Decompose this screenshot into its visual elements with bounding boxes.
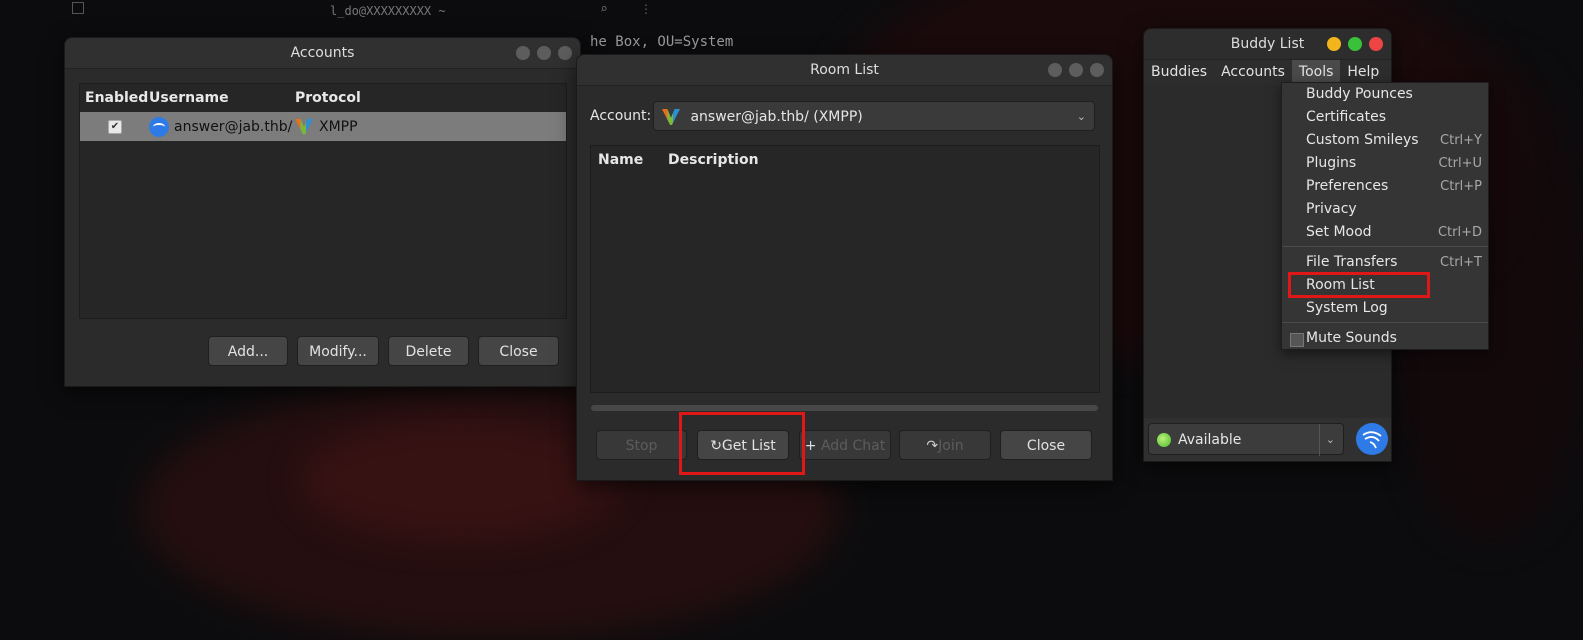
accounts-table: Enabled Username Protocol ✔ answer@jab.t… [79, 83, 567, 319]
wallpaper-shape [300, 420, 620, 540]
search-icon[interactable]: ⌕ [600, 2, 608, 17]
menu-item-certificates[interactable]: Certificates [1306, 106, 1482, 129]
column-header-protocol[interactable]: Protocol [295, 90, 361, 106]
menu-item-system-log[interactable]: System Log [1306, 297, 1482, 320]
join-label: Join [938, 438, 964, 454]
add-button[interactable]: Add... [208, 336, 288, 366]
menu-item-file-transfers[interactable]: File Transfers Ctrl+T [1306, 251, 1482, 274]
kali-dragon-icon [149, 116, 169, 137]
maximize-button[interactable] [1348, 37, 1362, 51]
column-header-name[interactable]: Name [598, 152, 668, 168]
menu-item-preferences[interactable]: Preferences Ctrl+P [1306, 175, 1482, 198]
menu-item-shortcut: Ctrl+U [1438, 156, 1482, 171]
menu-item-shortcut: Ctrl+P [1440, 179, 1482, 194]
modify-button[interactable]: Modify... [297, 336, 379, 366]
menu-item-plugins[interactable]: Plugins Ctrl+U [1306, 152, 1482, 175]
menu-item-label: Set Mood [1306, 224, 1372, 240]
kebab-menu-icon[interactable]: ⋮ [640, 2, 652, 16]
terminal-title: l_do@XXXXXXXXX ~ [330, 4, 446, 18]
column-header-enabled[interactable]: Enabled [80, 90, 149, 106]
terminal-output: he Box, OU=System [590, 34, 734, 50]
menu-separator [1282, 246, 1488, 247]
menu-item-mute-sounds[interactable]: Mute Sounds [1306, 327, 1482, 350]
accounts-titlebar[interactable]: Accounts [65, 38, 580, 69]
chevron-down-icon: ⌄ [1318, 424, 1335, 456]
close-window-button[interactable] [1090, 63, 1104, 77]
menu-item-label: File Transfers [1306, 254, 1398, 270]
menu-buddies[interactable]: Buddies [1144, 60, 1214, 85]
menu-item-custom-smileys[interactable]: Custom Smileys Ctrl+Y [1306, 129, 1482, 152]
protocol-text: XMPP [319, 118, 358, 135]
mute-sounds-checkbox[interactable] [1290, 333, 1304, 347]
highlight-box-room-list [1288, 272, 1430, 298]
add-chat-button[interactable]: + Add Chat [799, 430, 891, 460]
table-header: Enabled Username Protocol [80, 84, 566, 112]
username-cell: answer@jab.thb/ [149, 116, 295, 137]
terminal-titlebar: l_do@XXXXXXXXX ~ ⌕ ⋮ [60, 0, 660, 24]
room-list-titlebar[interactable]: Room List [577, 55, 1112, 86]
add-chat-label: Add Chat [820, 438, 886, 454]
protocol-cell: XMPP [295, 118, 358, 135]
menu-item-label: System Log [1306, 300, 1388, 316]
progress-bar [591, 405, 1098, 411]
close-button[interactable]: Close [1000, 430, 1092, 460]
status-value: Available [1178, 432, 1242, 448]
menu-separator [1282, 322, 1488, 323]
close-button[interactable]: Close [478, 336, 559, 366]
join-button[interactable]: ↷Join [899, 430, 991, 460]
minimize-button[interactable] [516, 46, 530, 60]
menu-item-shortcut: Ctrl+T [1440, 255, 1482, 270]
buddy-list-titlebar[interactable]: Buddy List [1144, 29, 1391, 60]
menu-item-shortcut: Ctrl+Y [1440, 133, 1482, 148]
status-dropdown[interactable]: Available ⌄ [1148, 423, 1344, 456]
column-header-description[interactable]: Description [668, 152, 759, 168]
join-icon: ↷ [926, 438, 939, 454]
account-label: Account: [590, 108, 652, 124]
minimize-button[interactable] [1327, 37, 1341, 51]
plus-icon: + [804, 438, 817, 454]
menu-item-label: Mute Sounds [1306, 330, 1397, 346]
xmpp-icon [295, 118, 313, 135]
kali-dragon-icon[interactable] [1356, 423, 1388, 455]
tools-menu: Buddy Pounces Certificates Custom Smiley… [1281, 82, 1489, 350]
menu-item-privacy[interactable]: Privacy [1306, 198, 1482, 221]
column-header-username[interactable]: Username [149, 90, 295, 106]
status-bar: Available ⌄ [1144, 418, 1391, 461]
table-header: Name Description [591, 146, 1099, 174]
delete-button[interactable]: Delete [388, 336, 469, 366]
menu-item-label: Plugins [1306, 155, 1357, 171]
menu-item-label: Custom Smileys [1306, 132, 1419, 148]
minimize-button[interactable] [1048, 63, 1062, 77]
window-title: Accounts [290, 45, 355, 61]
menu-item-buddy-pounces[interactable]: Buddy Pounces [1306, 83, 1482, 106]
account-dropdown[interactable]: answer@jab.thb/ (XMPP) ⌄ [653, 101, 1095, 131]
room-list-window: Room List Account: answer@jab.thb/ (XMPP… [576, 54, 1113, 481]
available-status-icon [1157, 433, 1171, 447]
menu-item-shortcut: Ctrl+D [1437, 225, 1482, 240]
room-list-table: Name Description [590, 145, 1100, 393]
menu-item-label: Buddy Pounces [1306, 86, 1413, 102]
menu-item-label: Privacy [1306, 201, 1357, 217]
menu-item-label: Certificates [1306, 109, 1387, 125]
username-text: answer@jab.thb/ [174, 118, 293, 135]
highlight-box-get-list [679, 412, 805, 475]
enabled-checkbox[interactable]: ✔ [108, 119, 122, 134]
menu-item-set-mood[interactable]: Set Mood Ctrl+D [1306, 221, 1482, 244]
maximize-button[interactable] [537, 46, 551, 60]
terminal-tab-icon[interactable] [72, 2, 84, 14]
window-title: Room List [810, 62, 879, 78]
maximize-button[interactable] [1069, 63, 1083, 77]
close-window-button[interactable] [558, 46, 572, 60]
account-dropdown-value: answer@jab.thb/ (XMPP) [690, 109, 863, 125]
window-title: Buddy List [1230, 36, 1305, 52]
table-row[interactable]: ✔ answer@jab.thb/ XMPP [80, 112, 566, 141]
xmpp-icon [662, 109, 680, 125]
stop-button[interactable]: Stop [596, 430, 687, 460]
menu-item-label: Preferences [1306, 178, 1389, 194]
accounts-window: Accounts Enabled Username Protocol ✔ ans… [64, 37, 581, 387]
close-window-button[interactable] [1369, 37, 1383, 51]
chevron-down-icon: ⌄ [1076, 110, 1086, 123]
